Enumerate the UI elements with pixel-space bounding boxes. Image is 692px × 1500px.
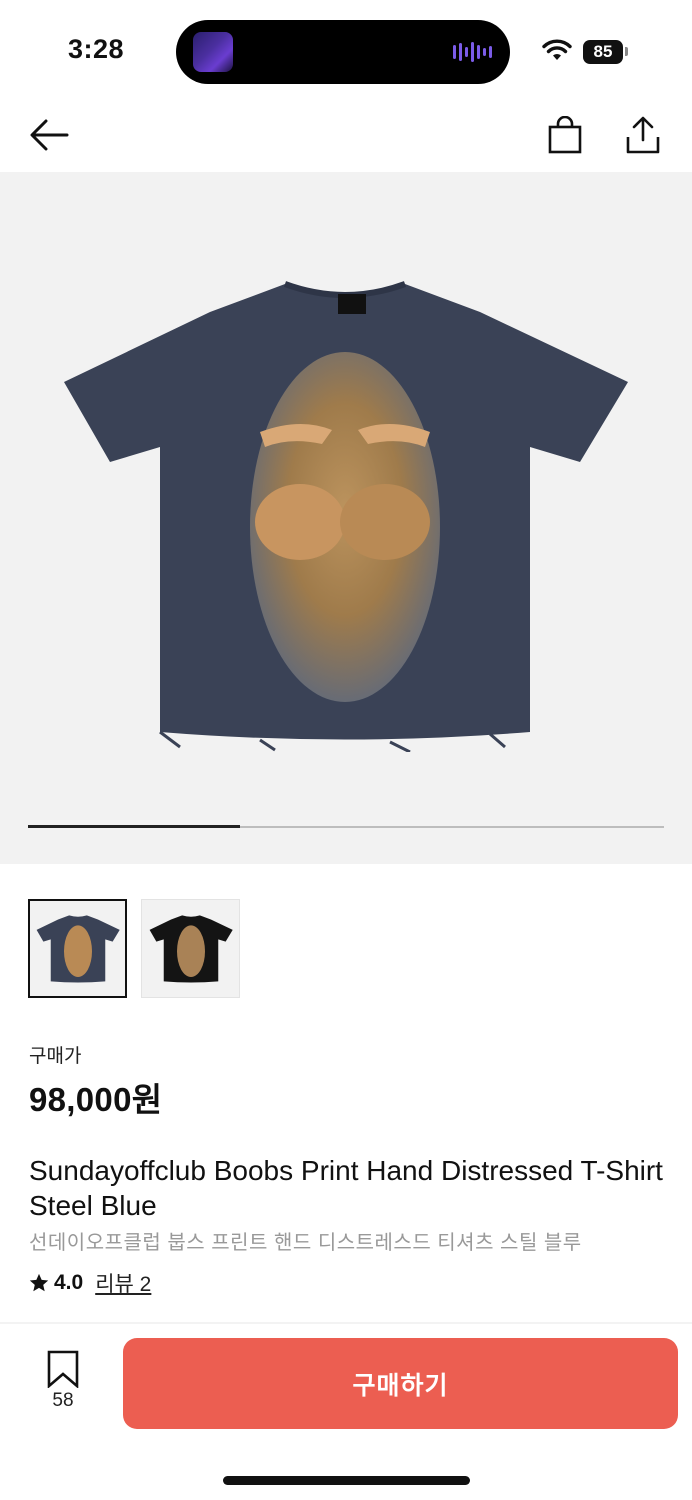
shopping-bag-icon	[548, 116, 582, 154]
shopping-bag-button[interactable]	[540, 108, 590, 162]
thumbnail-black[interactable]	[141, 899, 240, 998]
bookmark-icon	[47, 1350, 79, 1388]
share-button[interactable]	[618, 108, 668, 162]
battery-indicator: 85	[583, 40, 623, 64]
carousel-progress-fill	[28, 825, 240, 828]
now-playing-artwork	[193, 32, 233, 72]
status-bar: 3:28 85	[0, 0, 692, 100]
star-icon	[29, 1273, 49, 1292]
carousel-progress-bar	[28, 825, 664, 828]
bookmark-button[interactable]: 58	[30, 1350, 96, 1420]
rating-row: 4.0 리뷰 2	[28, 1268, 151, 1298]
product-name-korean: 선데이오프클럽 붑스 프린트 핸드 디스트레스드 티셔츠 스틸 블루	[29, 1232, 582, 1254]
product-image-carousel[interactable]	[0, 172, 692, 864]
review-link[interactable]: 리뷰 2	[95, 1268, 151, 1298]
share-icon	[626, 116, 660, 154]
back-arrow-icon	[30, 119, 69, 151]
rating-value: 4.0	[54, 1271, 84, 1294]
price-value: 98,000원	[29, 1081, 163, 1118]
wifi-icon	[542, 39, 572, 60]
home-indicator[interactable]	[223, 1476, 470, 1485]
buy-button[interactable]: 구매하기	[123, 1338, 678, 1429]
top-nav	[0, 100, 692, 172]
status-time: 3:28	[68, 34, 125, 64]
product-image-tshirt-navy	[64, 281, 628, 752]
audio-waveform-icon	[453, 42, 492, 62]
bookmark-count: 58	[52, 1390, 74, 1411]
price-label: 구매가	[29, 1046, 82, 1067]
product-name: Sundayoffclub Boobs Print Hand Distresse…	[29, 1155, 663, 1221]
battery-tip	[625, 47, 628, 56]
thumbnail-navy[interactable]	[28, 899, 127, 998]
thumbnail-black-tshirt-image	[149, 914, 233, 983]
back-button[interactable]	[24, 110, 74, 160]
thumbnail-strip	[28, 899, 240, 998]
thumbnail-navy-tshirt-image	[36, 914, 120, 983]
bottom-bar-divider	[0, 1322, 692, 1324]
dynamic-island[interactable]	[176, 20, 510, 84]
